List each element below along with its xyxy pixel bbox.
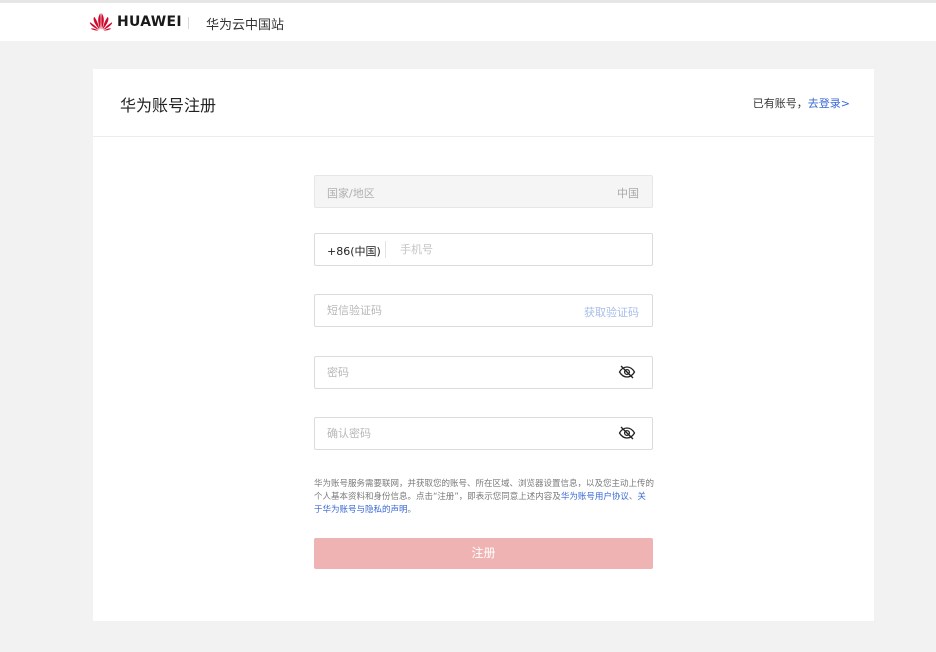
- site-header: HUAWEI 华为云中国站: [0, 3, 936, 41]
- password-field: [314, 356, 653, 389]
- country-code-select[interactable]: +86(中国): [327, 243, 381, 259]
- huawei-flower-icon: [89, 13, 113, 31]
- country-label: 国家/地区: [327, 187, 375, 200]
- sms-code-field: 获取验证码: [314, 294, 653, 327]
- agreement-text: 华为账号服务需要联网，并获取您的账号、所在区域、浏览器设置信息，以及您主动上传的…: [314, 478, 654, 517]
- eye-off-icon[interactable]: [618, 365, 636, 379]
- user-agreement-link[interactable]: 华为账号用户协议: [561, 492, 629, 502]
- confirm-password-field: [314, 417, 653, 450]
- get-code-button[interactable]: 获取验证码: [584, 304, 639, 320]
- brand-name: HUAWEI: [117, 14, 182, 30]
- eye-off-icon[interactable]: [618, 426, 636, 440]
- login-prompt: 已有账号，: [752, 97, 808, 110]
- card-header: 华为账号注册 已有账号，去登录>: [93, 69, 874, 137]
- country-value: 中国: [617, 187, 639, 200]
- country-field: 国家/地区 中国: [314, 175, 653, 208]
- register-button[interactable]: 注册: [314, 538, 653, 569]
- phone-divider: [385, 241, 386, 258]
- login-hint: 已有账号，去登录>: [753, 95, 850, 111]
- page-title: 华为账号注册: [120, 96, 217, 115]
- confirm-password-input[interactable]: [327, 424, 577, 443]
- huawei-logo[interactable]: HUAWEI: [89, 12, 182, 32]
- phone-input[interactable]: [400, 240, 640, 259]
- sms-code-input[interactable]: [327, 301, 577, 320]
- header-divider: [188, 17, 189, 29]
- register-card: 华为账号注册 已有账号，去登录> 国家/地区 中国 +86(中国) 获取验证码: [93, 69, 874, 621]
- phone-field: +86(中国): [314, 233, 653, 266]
- password-input[interactable]: [327, 363, 577, 382]
- site-name[interactable]: 华为云中国站: [206, 14, 284, 33]
- login-link[interactable]: 去登录>: [808, 97, 850, 110]
- agreement-end: 。: [407, 505, 417, 515]
